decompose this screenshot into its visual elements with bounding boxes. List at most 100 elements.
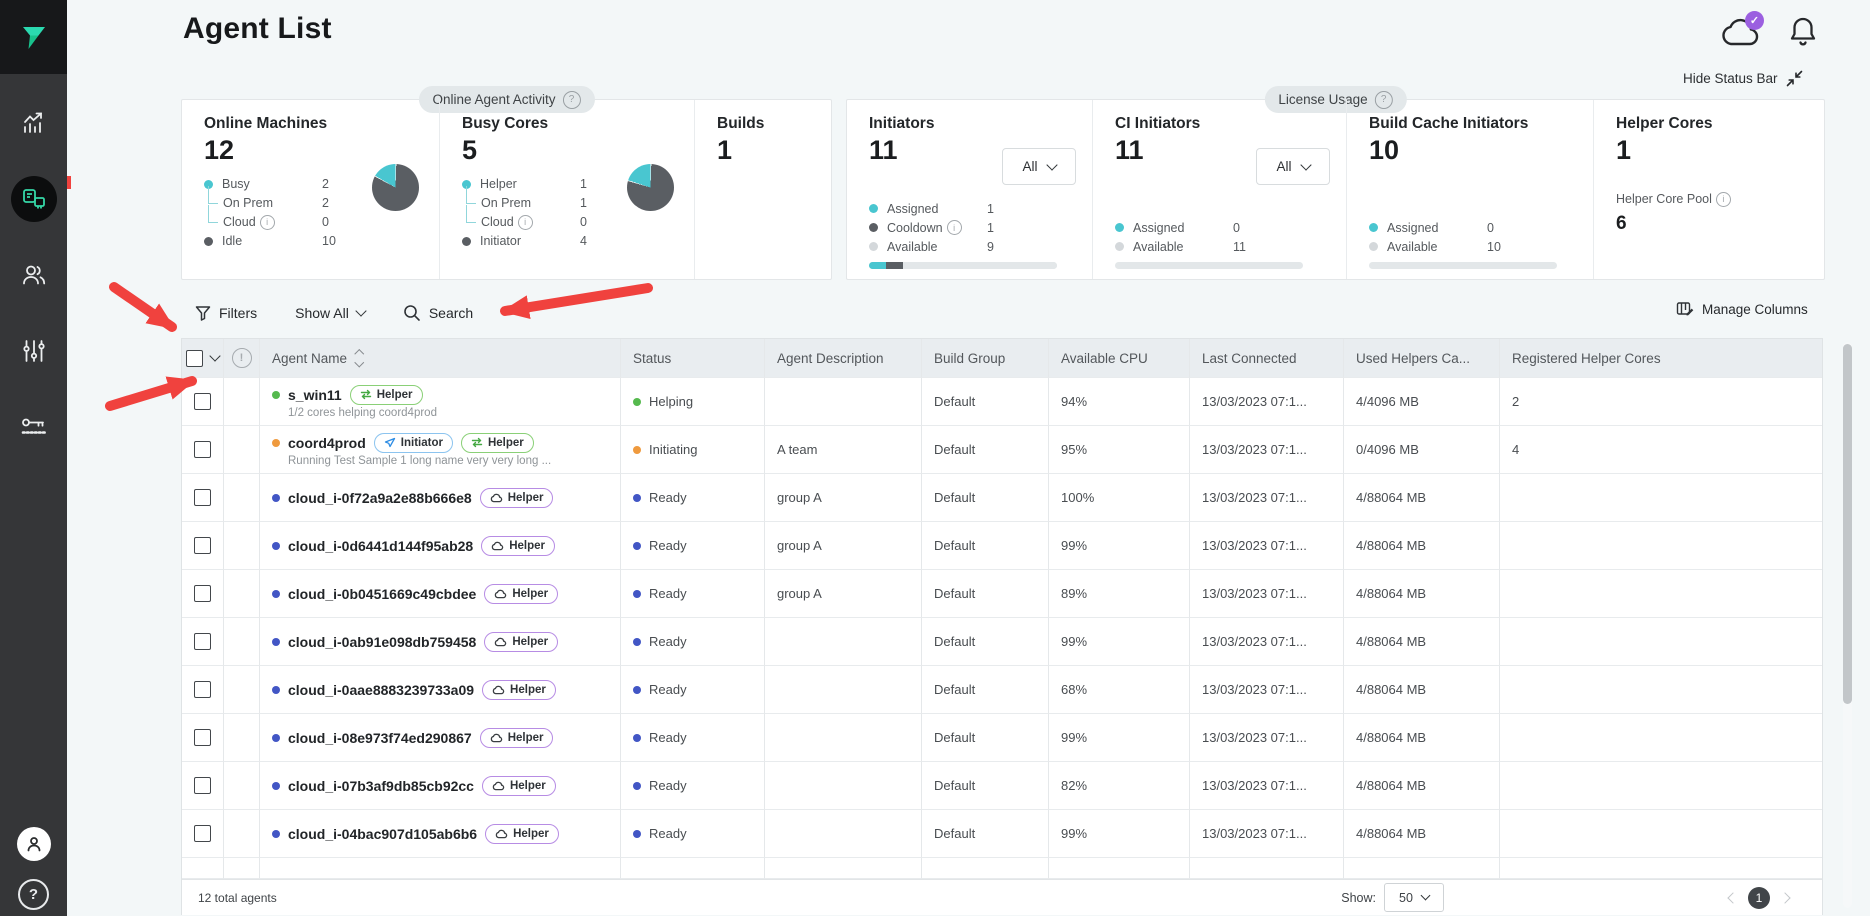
table-row[interactable]: cloud_i-0d6441d144f95ab28HelperReadygrou…	[182, 522, 1822, 570]
status-cell: Ready	[621, 714, 765, 762]
app-logo[interactable]	[0, 0, 67, 74]
select-menu-chevron-icon[interactable]	[209, 350, 220, 361]
usage-bar-segment	[1369, 262, 1557, 269]
badge-label: Helper	[508, 492, 544, 504]
manage-columns-button[interactable]: Manage Columns	[1676, 300, 1808, 318]
online-machines-pie-chart	[372, 164, 419, 211]
incredibuild-logo-icon	[17, 20, 51, 54]
row-checkbox[interactable]	[194, 777, 211, 794]
table-row[interactable]: cloud_i-08e973f74ed290867HelperReadyDefa…	[182, 714, 1822, 762]
column-header-agent-name[interactable]: Agent Name	[260, 339, 621, 378]
legend-label: Assigned	[1133, 221, 1184, 235]
agent-subtitle: 1/2 cores helping coord4prod	[288, 407, 437, 419]
page-size-select[interactable]: 50	[1384, 883, 1444, 912]
last-connected-cell: 13/03/2023 07:1...	[1190, 666, 1344, 714]
table-row[interactable]: cloud_i-0ab91e098db759458HelperReadyDefa…	[182, 618, 1822, 666]
table-row[interactable]: coord4prodInitiatorHelperRunning Test Sa…	[182, 426, 1822, 474]
column-header-description[interactable]: Agent Description	[765, 339, 922, 378]
column-header-build-group[interactable]: Build Group	[922, 339, 1049, 378]
header-select-cell	[182, 339, 224, 378]
helper-core-pool-value: 6	[1616, 213, 1808, 235]
select-all-checkbox[interactable]	[186, 350, 203, 367]
table-row[interactable]: s_win11Helper1/2 cores helping coord4pro…	[182, 378, 1822, 426]
registered-cores-cell	[1500, 810, 1822, 858]
initiators-filter-dropdown[interactable]: All	[1002, 148, 1076, 185]
user-avatar[interactable]	[17, 827, 51, 861]
info-icon[interactable]: i	[1716, 192, 1731, 207]
status-cell: Ready	[621, 474, 765, 522]
row-checkbox[interactable]	[194, 489, 211, 506]
next-page-button[interactable]	[1779, 892, 1790, 903]
sidebar-item-settings[interactable]	[11, 328, 57, 374]
agent-state-dot	[272, 830, 280, 838]
alert-column-icon: !	[232, 348, 252, 368]
description-cell: group A	[765, 522, 922, 570]
row-checkbox[interactable]	[194, 633, 211, 650]
row-checkbox[interactable]	[194, 441, 211, 458]
table-row[interactable]: cloud_i-0b0451669c49cbdeeHelperReadygrou…	[182, 570, 1822, 618]
info-icon[interactable]: i	[947, 220, 962, 235]
sidebar-item-agents[interactable]	[11, 176, 57, 222]
row-checkbox[interactable]	[194, 393, 211, 410]
column-header-used-helpers[interactable]: Used Helpers Ca...	[1344, 339, 1500, 378]
build-group-cell-value: Default	[934, 442, 975, 457]
legend-dot	[869, 223, 878, 232]
filters-button[interactable]: Filters	[195, 305, 257, 322]
agent-state-dot	[272, 638, 280, 646]
table-row[interactable]: cloud_i-0aae8883239733a09HelperReadyDefa…	[182, 666, 1822, 714]
agent-state-dot	[272, 686, 280, 694]
row-checkbox[interactable]	[194, 681, 211, 698]
row-checkbox[interactable]	[194, 585, 211, 602]
status-label: Ready	[649, 586, 687, 601]
agent-name-cell: cloud_i-0d6441d144f95ab28Helper	[260, 522, 621, 570]
row-alert-cell	[224, 522, 260, 570]
notifications-button[interactable]	[1788, 15, 1818, 49]
hide-status-bar-label: Hide Status Bar	[1683, 71, 1778, 86]
previous-page-button[interactable]	[1727, 892, 1738, 903]
used-helpers-cell-value: 4/88064 MB	[1356, 634, 1426, 649]
last-connected-cell: 13/03/2023 07:1...	[1190, 618, 1344, 666]
help-button[interactable]: ?	[18, 879, 49, 910]
legend-item: Assigned0	[1115, 218, 1285, 237]
row-alert-cell	[224, 618, 260, 666]
build-group-cell-value: Default	[934, 682, 975, 697]
page-number-button[interactable]: 1	[1748, 887, 1770, 909]
last-connected-cell: 13/03/2023 07:1...	[1190, 474, 1344, 522]
hide-status-bar-button[interactable]: Hide Status Bar	[1683, 70, 1803, 87]
row-checkbox[interactable]	[194, 729, 211, 746]
legend-label: Cloud	[481, 215, 514, 229]
sidebar-item-analytics[interactable]	[11, 100, 57, 146]
table-row[interactable]: cloud_i-07b3af9db85cb92ccHelperReadyDefa…	[182, 762, 1822, 810]
scrollbar-thumb[interactable]	[1843, 344, 1852, 704]
sort-icon[interactable]	[356, 351, 363, 365]
column-header-last-connected[interactable]: Last Connected	[1190, 339, 1344, 378]
agent-name-line: cloud_i-0d6441d144f95ab28Helper	[272, 536, 555, 556]
agent-state-dot	[272, 782, 280, 790]
used-helpers-cell: 4/88064 MB	[1344, 810, 1500, 858]
agent-name-cell: cloud_i-08e973f74ed290867Helper	[260, 714, 621, 762]
sidebar-item-license[interactable]	[11, 404, 57, 450]
column-header-status[interactable]: Status	[621, 339, 765, 378]
legend-value: 10	[1487, 240, 1539, 254]
row-checkbox[interactable]	[194, 825, 211, 842]
sidebar-item-users[interactable]	[11, 252, 57, 298]
column-header-available-cpu[interactable]: Available CPU	[1049, 339, 1190, 378]
info-icon[interactable]: i	[260, 215, 275, 230]
show-all-dropdown[interactable]: Show All	[295, 305, 365, 321]
row-select-cell	[182, 522, 224, 570]
status-dot	[633, 494, 641, 502]
table-row[interactable]: cloud_i-0f72a9a2e88b666e8HelperReadygrou…	[182, 474, 1822, 522]
available-cpu-cell-value: 99%	[1061, 538, 1087, 553]
info-icon[interactable]: i	[518, 215, 533, 230]
ci-initiators-filter-dropdown[interactable]: All	[1256, 148, 1330, 185]
search-button[interactable]: Search	[403, 304, 473, 322]
row-checkbox[interactable]	[194, 537, 211, 554]
status-label: Ready	[649, 778, 687, 793]
analytics-icon	[21, 110, 47, 136]
table-row[interactable]: cloud_i-04bac907d105ab6b6HelperReadyDefa…	[182, 810, 1822, 858]
status-cell	[621, 858, 765, 879]
column-header-registered-cores[interactable]: Registered Helper Cores	[1500, 339, 1822, 378]
cloud-status-button[interactable]: ✓	[1718, 16, 1764, 52]
annotation-arrow-checkbox	[110, 381, 192, 406]
last-connected-cell-value: 13/03/2023 07:1...	[1202, 730, 1307, 745]
